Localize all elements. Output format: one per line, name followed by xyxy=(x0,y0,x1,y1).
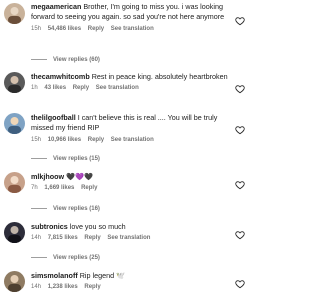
replies-divider xyxy=(31,256,47,258)
see-translation-button[interactable]: See translation xyxy=(111,26,154,32)
heart-outline-icon[interactable] xyxy=(235,279,245,289)
heart-outline-icon[interactable] xyxy=(235,230,245,240)
see-translation-button[interactable]: See translation xyxy=(111,137,154,143)
comment-body: megaamerican Brother, I'm going to miss … xyxy=(31,2,234,32)
comment-body: mlkjhoow 🖤💜🖤 7h 1,669 likes Reply xyxy=(31,172,234,191)
comment-username[interactable]: megaamerican xyxy=(31,2,81,11)
view-replies-button[interactable]: View replies (15) xyxy=(31,156,100,162)
avatar[interactable] xyxy=(4,172,25,193)
comment-username[interactable]: thelilgoofball xyxy=(31,113,76,122)
avatar[interactable] xyxy=(4,222,25,243)
comment-body: simsmolanoff Rip legend 🕊️ 14h 1,238 lik… xyxy=(31,271,234,290)
comment-time: 14h xyxy=(31,235,42,242)
reply-button[interactable]: Reply xyxy=(88,137,104,143)
replies-divider xyxy=(31,157,47,159)
comment-time: 14h xyxy=(31,284,42,291)
comment-text: Rest in peace king. absolutely heartbrok… xyxy=(91,72,228,81)
heart-outline-icon[interactable] xyxy=(235,180,245,190)
comment-username[interactable]: thecamwhitcomb xyxy=(31,72,90,81)
comment-meta: 14h 7,815 likes Reply See translation xyxy=(31,235,234,241)
avatar[interactable] xyxy=(4,72,25,93)
heart-outline-icon[interactable] xyxy=(235,125,245,135)
reply-button[interactable]: Reply xyxy=(81,185,97,191)
comment-username[interactable]: simsmolanoff xyxy=(31,271,78,280)
see-translation-button[interactable]: See translation xyxy=(107,235,150,241)
comment-meta: 15h 54,486 likes Reply See translation xyxy=(31,26,234,32)
comment-time: 1h xyxy=(31,85,38,92)
see-translation-button[interactable]: See translation xyxy=(96,85,139,91)
replies-divider xyxy=(31,207,47,209)
comment-time: 15h xyxy=(31,25,42,32)
comment-likes[interactable]: 10,966 likes xyxy=(48,137,81,143)
comment-meta: 1h 43 likes Reply See translation xyxy=(31,85,234,91)
comment-meta: 7h 1,669 likes Reply xyxy=(31,185,234,191)
comment-likes[interactable]: 1,669 likes xyxy=(44,185,74,191)
comment-body: thelilgoofball I can't believe this is r… xyxy=(31,113,234,143)
reply-button[interactable]: Reply xyxy=(88,26,104,32)
comment-meta: 15h 10,966 likes Reply See translation xyxy=(31,137,234,143)
comment-time: 7h xyxy=(31,185,38,192)
heart-outline-icon[interactable] xyxy=(235,16,245,26)
comment-likes[interactable]: 7,815 likes xyxy=(48,235,78,241)
reply-button[interactable]: Reply xyxy=(84,235,100,241)
comments-feed: megaamerican Brother, I'm going to miss … xyxy=(0,0,251,300)
comment-body: subtronics love you so much 14h 7,815 li… xyxy=(31,222,234,241)
reply-button[interactable]: Reply xyxy=(84,284,100,290)
comment-likes[interactable]: 54,486 likes xyxy=(48,26,81,32)
comment-text: Rip legend 🕊️ xyxy=(79,271,126,280)
avatar[interactable] xyxy=(4,3,25,24)
comment-likes[interactable]: 43 likes xyxy=(44,85,66,91)
view-replies-button[interactable]: View replies (60) xyxy=(31,57,100,63)
replies-divider xyxy=(31,58,47,60)
avatar[interactable] xyxy=(4,113,25,134)
comment-meta: 14h 1,238 likes Reply xyxy=(31,284,234,290)
comment-likes[interactable]: 1,238 likes xyxy=(48,284,78,290)
comment-body: thecamwhitcomb Rest in peace king. absol… xyxy=(31,72,234,91)
comment-text: love you so much xyxy=(69,222,126,231)
heart-outline-icon[interactable] xyxy=(235,84,245,94)
avatar[interactable] xyxy=(4,271,25,292)
view-replies-button[interactable]: View replies (16) xyxy=(31,206,100,212)
comment-text: 🖤💜🖤 xyxy=(66,172,94,181)
comment-username[interactable]: mlkjhoow xyxy=(31,172,64,181)
view-replies-button[interactable]: View replies (25) xyxy=(31,255,100,261)
reply-button[interactable]: Reply xyxy=(73,85,89,91)
comment-time: 15h xyxy=(31,136,42,143)
comment-username[interactable]: subtronics xyxy=(31,222,68,231)
